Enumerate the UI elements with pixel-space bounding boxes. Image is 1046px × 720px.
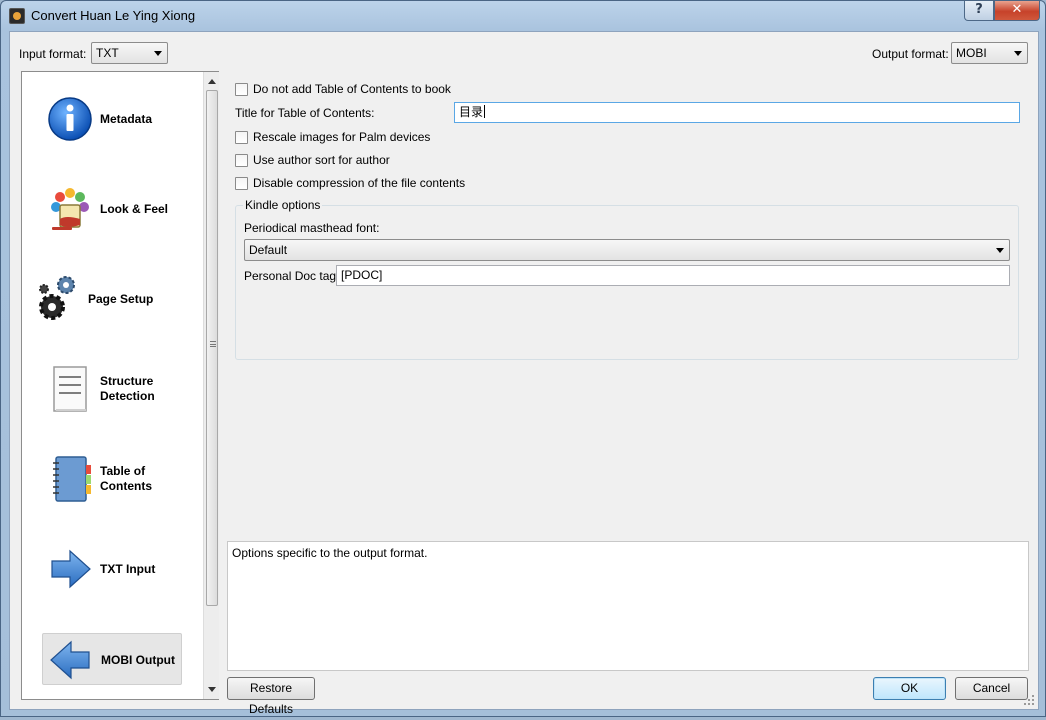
help-button[interactable]: ? bbox=[964, 1, 994, 21]
chevron-down-icon bbox=[154, 51, 162, 56]
sidebar-item-look-and-feel[interactable]: Look & Feel bbox=[42, 183, 182, 235]
sidebar-item-structure-detection[interactable]: Structure Detection bbox=[42, 363, 182, 415]
sidebar-item-label: TXT Input bbox=[100, 561, 156, 576]
app-icon bbox=[9, 8, 25, 24]
sidebar-item-label: Table of Contents bbox=[100, 464, 152, 493]
input-format-label: Input format: bbox=[19, 47, 87, 61]
masthead-font-label: Periodical masthead font: bbox=[244, 221, 380, 235]
author-sort-checkbox[interactable] bbox=[235, 153, 248, 167]
sidebar-item-label: Page Setup bbox=[88, 291, 154, 306]
no-toc-checkbox-row[interactable]: Do not add Table of Contents to book bbox=[235, 81, 451, 97]
window-title: Convert Huan Le Ying Xiong bbox=[31, 8, 196, 23]
disable-compression-checkbox[interactable] bbox=[235, 176, 248, 190]
sidebar-item-label: MOBI Output bbox=[101, 652, 175, 667]
scroll-down-icon[interactable] bbox=[208, 687, 216, 692]
document-icon bbox=[53, 366, 87, 412]
settings-sidebar: Metadata Look & Feel Page Setup Structur… bbox=[21, 71, 219, 700]
help-description-box: Options specific to the output format. bbox=[227, 541, 1029, 671]
masthead-font-value: Default bbox=[249, 243, 288, 257]
ok-button[interactable]: OK bbox=[873, 677, 946, 700]
output-format-value: MOBI bbox=[956, 46, 987, 60]
doc-tag-label: Personal Doc tag: bbox=[244, 269, 340, 283]
scrollbar-thumb[interactable] bbox=[206, 90, 218, 606]
rescale-images-checkbox-row[interactable]: Rescale images for Palm devices bbox=[235, 129, 430, 145]
restore-defaults-button[interactable]: Restore Defaults bbox=[227, 677, 315, 716]
cancel-button[interactable]: Cancel bbox=[955, 677, 1028, 700]
sidebar-item-mobi-output[interactable]: MOBI Output bbox=[42, 633, 182, 685]
scroll-up-icon[interactable] bbox=[208, 79, 216, 84]
toc-title-value: 目录 bbox=[459, 105, 484, 119]
info-icon bbox=[48, 97, 92, 141]
kindle-options-title: Kindle options bbox=[243, 198, 323, 212]
sidebar-item-txt-input[interactable]: TXT Input bbox=[42, 543, 182, 595]
sidebar-item-label: Structure Detection bbox=[100, 374, 155, 403]
arrow-right-icon bbox=[51, 549, 91, 589]
input-format-select[interactable]: TXT bbox=[91, 42, 168, 64]
chevron-down-icon bbox=[1014, 51, 1022, 56]
author-sort-label: Use author sort for author bbox=[253, 153, 390, 167]
grip-icon bbox=[210, 341, 216, 347]
resize-grip-icon[interactable] bbox=[1024, 695, 1034, 705]
no-toc-label: Do not add Table of Contents to book bbox=[253, 82, 451, 96]
masthead-font-select[interactable]: Default bbox=[244, 239, 1010, 261]
notebook-icon bbox=[53, 456, 91, 502]
chevron-down-icon bbox=[996, 248, 1004, 253]
sidebar-item-metadata[interactable]: Metadata bbox=[42, 93, 182, 145]
author-sort-checkbox-row[interactable]: Use author sort for author bbox=[235, 152, 390, 168]
output-format-label: Output format: bbox=[872, 47, 949, 61]
input-format-value: TXT bbox=[96, 46, 119, 60]
disable-compression-checkbox-row[interactable]: Disable compression of the file contents bbox=[235, 175, 465, 191]
rescale-images-checkbox[interactable] bbox=[235, 130, 248, 144]
toc-title-input[interactable]: 目录 bbox=[454, 102, 1020, 123]
disable-compression-label: Disable compression of the file contents bbox=[253, 176, 466, 190]
no-toc-checkbox[interactable] bbox=[235, 82, 248, 96]
text-caret bbox=[484, 105, 486, 118]
close-button[interactable]: ✕ bbox=[994, 1, 1040, 21]
sidebar-item-label: Look & Feel bbox=[100, 201, 169, 216]
sidebar-item-page-setup[interactable]: Page Setup bbox=[39, 273, 182, 325]
title-bar[interactable]: Convert Huan Le Ying Xiong ? ✕ bbox=[1, 1, 1045, 31]
dialog-window: Convert Huan Le Ying Xiong ? ✕ Input for… bbox=[0, 0, 1046, 717]
toc-title-label: Title for Table of Contents: bbox=[235, 106, 375, 120]
help-description-text: Options specific to the output format. bbox=[232, 546, 428, 560]
output-format-select[interactable]: MOBI bbox=[951, 42, 1028, 64]
doc-tag-input[interactable]: [PDOC] bbox=[336, 265, 1010, 286]
paint-bucket-icon bbox=[51, 188, 89, 230]
sidebar-item-label: Metadata bbox=[100, 111, 153, 126]
doc-tag-value: [PDOC] bbox=[341, 268, 383, 282]
dialog-client-area: Input format: TXT Output format: MOBI Me… bbox=[9, 31, 1039, 716]
arrow-left-icon bbox=[50, 640, 90, 680]
gears-icon bbox=[39, 276, 75, 320]
sidebar-scrollbar[interactable] bbox=[203, 72, 219, 699]
rescale-images-label: Rescale images for Palm devices bbox=[253, 130, 431, 144]
sidebar-item-table-of-contents[interactable]: Table of Contents bbox=[42, 453, 182, 505]
